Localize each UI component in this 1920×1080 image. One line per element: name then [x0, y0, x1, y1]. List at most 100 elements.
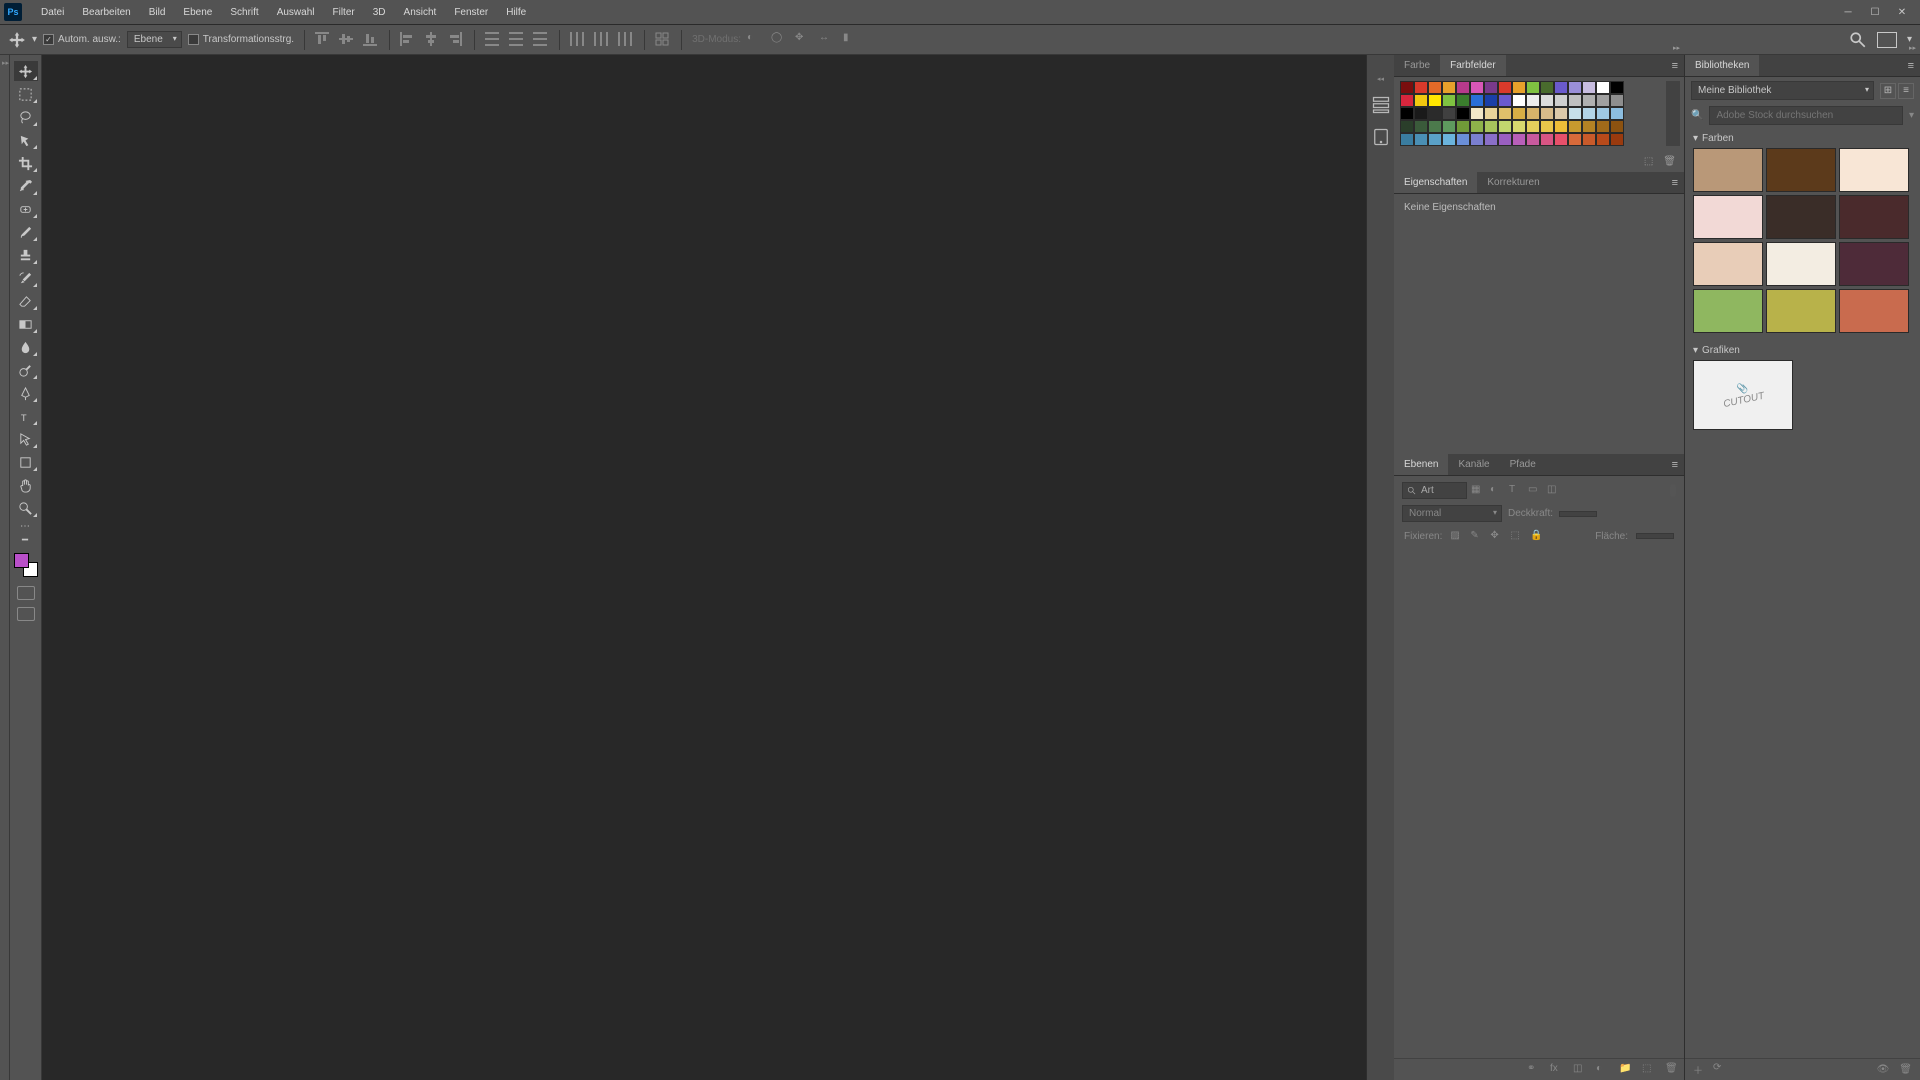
swatch-cell[interactable] [1456, 81, 1470, 94]
swatch-cell[interactable] [1442, 120, 1456, 133]
menu-filter[interactable]: Filter [324, 3, 364, 22]
swatch-cell[interactable] [1456, 133, 1470, 146]
tool-preset-dropdown[interactable]: ▾ [32, 34, 37, 45]
swatch-cell[interactable] [1442, 94, 1456, 107]
maximize-button[interactable]: ☐ [1869, 6, 1881, 18]
sync-icon[interactable]: ⟳ [1713, 1062, 1721, 1077]
eyedropper-tool[interactable] [14, 176, 38, 196]
collapse-icon[interactable]: ▸▸ [1673, 44, 1680, 52]
screen-mode-icon[interactable] [17, 607, 35, 621]
library-color-swatch[interactable] [1839, 289, 1909, 333]
swatch-cell[interactable] [1540, 107, 1554, 120]
adjustment-layer-icon[interactable]: ◐ [1596, 1063, 1609, 1076]
swatch-cell[interactable] [1568, 94, 1582, 107]
filter-kind-dropdown[interactable]: Art [1402, 482, 1467, 499]
layers-tab[interactable]: Ebenen [1394, 454, 1448, 475]
swatch-cell[interactable] [1484, 81, 1498, 94]
swatch-cell[interactable] [1526, 120, 1540, 133]
align-left-icon[interactable] [400, 32, 416, 48]
lock-all-icon[interactable]: 🔒 [1530, 530, 1542, 542]
swatch-cell[interactable] [1470, 81, 1484, 94]
menu-window[interactable]: Fenster [445, 3, 497, 22]
move-tool[interactable] [14, 61, 38, 81]
swatch-cell[interactable] [1540, 94, 1554, 107]
swatch-cell[interactable] [1582, 120, 1596, 133]
swatch-cell[interactable] [1554, 94, 1568, 107]
blend-mode-dropdown[interactable]: Normal [1402, 505, 1502, 522]
stock-search-input[interactable] [1709, 106, 1903, 125]
swatch-cell[interactable] [1470, 107, 1484, 120]
canvas-area[interactable] [42, 55, 1366, 1080]
menu-image[interactable]: Bild [140, 3, 175, 22]
menu-layer[interactable]: Ebene [174, 3, 221, 22]
stamp-tool[interactable] [14, 245, 38, 265]
swatch-cell[interactable] [1596, 107, 1610, 120]
library-color-swatch[interactable] [1693, 242, 1763, 286]
filter-toggle[interactable] [1670, 484, 1676, 497]
transform-controls-checkbox[interactable]: Transformationsstrg. [188, 34, 294, 45]
eraser-tool[interactable] [14, 291, 38, 311]
swatch-cell[interactable] [1610, 120, 1624, 133]
panel-menu-icon[interactable]: ≡ [1666, 177, 1684, 189]
swatch-cell[interactable] [1526, 94, 1540, 107]
lock-pixels-icon[interactable]: ✎ [1470, 530, 1482, 542]
lock-artboard-icon[interactable]: ⬚ [1510, 530, 1522, 542]
filter-shape-icon[interactable]: ▭ [1528, 484, 1541, 497]
swatch-cell[interactable] [1512, 120, 1526, 133]
align-hcenter-icon[interactable] [424, 32, 440, 48]
swatch-cell[interactable] [1540, 133, 1554, 146]
swatch-cell[interactable] [1484, 133, 1498, 146]
panel-menu-icon[interactable]: ≡ [1902, 60, 1920, 72]
swatch-cell[interactable] [1400, 120, 1414, 133]
swatch-cell[interactable] [1470, 133, 1484, 146]
filter-type-icon[interactable]: T [1509, 484, 1522, 497]
menu-select[interactable]: Auswahl [268, 3, 324, 22]
distribute-right-icon[interactable] [618, 32, 634, 48]
swatch-cell[interactable] [1400, 107, 1414, 120]
link-layers-icon[interactable]: ⚭ [1527, 1063, 1540, 1076]
swatch-cell[interactable] [1568, 133, 1582, 146]
swatch-cell[interactable] [1540, 81, 1554, 94]
dodge-tool[interactable] [14, 360, 38, 380]
swatch-cell[interactable] [1400, 133, 1414, 146]
library-dropdown[interactable]: Meine Bibliothek [1691, 81, 1874, 100]
color-swatches[interactable] [14, 553, 38, 577]
swatch-cell[interactable] [1498, 133, 1512, 146]
swatch-cell[interactable] [1582, 94, 1596, 107]
swatch-cell[interactable] [1442, 133, 1456, 146]
library-color-swatch[interactable] [1839, 148, 1909, 192]
history-panel-icon[interactable] [1371, 95, 1391, 115]
swatch-cell[interactable] [1568, 120, 1582, 133]
swatch-cell[interactable] [1596, 94, 1610, 107]
panel-menu-icon[interactable]: ≡ [1666, 459, 1684, 471]
swatch-cell[interactable] [1484, 107, 1498, 120]
swatch-cell[interactable] [1596, 120, 1610, 133]
swatch-cell[interactable] [1414, 94, 1428, 107]
close-button[interactable]: ✕ [1896, 6, 1908, 18]
distribute-bottom-icon[interactable] [533, 32, 549, 48]
menu-edit[interactable]: Bearbeiten [73, 3, 139, 22]
blur-tool[interactable] [14, 337, 38, 357]
align-vcenter-icon[interactable] [339, 32, 355, 48]
swatch-cell[interactable] [1456, 107, 1470, 120]
fill-input[interactable] [1636, 533, 1674, 539]
menu-3d[interactable]: 3D [364, 3, 395, 22]
properties-tab[interactable]: Eigenschaften [1394, 172, 1477, 193]
color-tab[interactable]: Farbe [1394, 55, 1440, 76]
swatch-cell[interactable] [1582, 107, 1596, 120]
minimize-button[interactable]: ─ [1842, 6, 1854, 18]
swatch-cell[interactable] [1596, 81, 1610, 94]
crop-tool[interactable] [14, 153, 38, 173]
swatch-cell[interactable] [1498, 94, 1512, 107]
auto-align-icon[interactable] [655, 32, 671, 48]
distribute-left-icon[interactable] [570, 32, 586, 48]
library-color-swatch[interactable] [1766, 148, 1836, 192]
show-icon[interactable]: 👁 [1877, 1064, 1890, 1075]
quick-mask-icon[interactable] [17, 586, 35, 600]
swatch-cell[interactable] [1456, 120, 1470, 133]
swatch-cell[interactable] [1596, 133, 1610, 146]
swatch-cell[interactable] [1428, 94, 1442, 107]
adjustments-tab[interactable]: Korrekturen [1477, 172, 1549, 193]
distribute-hcenter-icon[interactable] [594, 32, 610, 48]
grid-view-icon[interactable]: ⊞ [1880, 83, 1896, 99]
